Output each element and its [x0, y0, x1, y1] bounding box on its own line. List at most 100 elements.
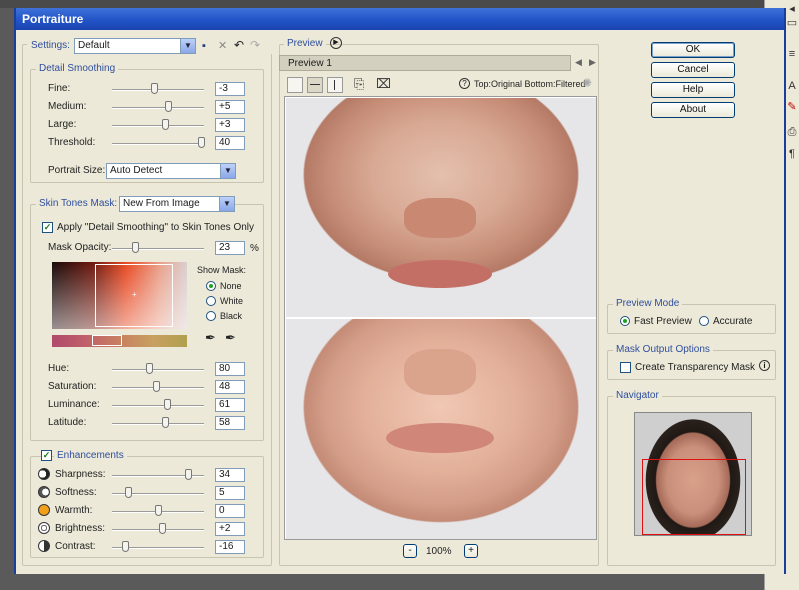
tool-brush-icon[interactable]: ✎ [785, 100, 799, 114]
zoom-out-button[interactable]: - [403, 544, 417, 558]
cancel-button[interactable]: Cancel [651, 62, 735, 78]
eyedropper-plus-icon[interactable]: ✒ [225, 330, 236, 346]
warmth-thumb[interactable] [155, 505, 162, 516]
new-preview-icon[interactable]: ⎘ [354, 76, 364, 92]
accurate-radio[interactable] [699, 316, 709, 326]
tool-stamp-icon[interactable]: ⎙ [785, 126, 799, 140]
saturation-input[interactable]: 48 [215, 380, 245, 394]
saturation-thumb[interactable] [153, 381, 161, 392]
fine-input[interactable]: -3 [215, 82, 245, 96]
filtered-preview-image [286, 319, 596, 539]
tool-arrow-icon[interactable]: ◂ [785, 2, 799, 16]
navigator-view-rect[interactable] [642, 459, 746, 535]
warmth-icon [38, 504, 50, 516]
medium-slider[interactable] [112, 107, 204, 109]
title-bar[interactable]: Portraiture [16, 8, 784, 30]
tab-prev-icon[interactable]: ◀ [575, 57, 582, 68]
mask-output-title: Mask Output Options [613, 344, 713, 355]
medium-thumb[interactable] [165, 101, 173, 112]
softness-thumb[interactable] [124, 487, 132, 498]
fine-slider[interactable] [112, 89, 204, 91]
brightness-thumb[interactable] [159, 523, 167, 534]
hue-slider[interactable] [112, 369, 204, 371]
delete-icon[interactable]: ✕ [218, 39, 227, 52]
portrait-size-select[interactable]: Auto Detect ▼ [106, 163, 236, 179]
split-vertical-icon[interactable] [327, 77, 343, 93]
large-input[interactable]: +3 [215, 118, 245, 132]
undo-icon[interactable]: ↶ [234, 38, 244, 52]
tool-options-icon[interactable]: ≡ [785, 48, 799, 62]
luminance-input[interactable]: 61 [215, 398, 245, 412]
split-horizontal-icon[interactable] [307, 77, 323, 93]
hue-range-bar[interactable] [52, 335, 187, 347]
show-mask-none-radio[interactable] [206, 281, 216, 291]
hue-range-marker[interactable] [92, 335, 122, 346]
fast-preview-radio[interactable] [620, 316, 630, 326]
detail-smoothing-title: Detail Smoothing [36, 63, 119, 74]
luminance-slider[interactable] [112, 405, 204, 407]
about-button[interactable]: About [651, 102, 735, 118]
mask-opacity-thumb[interactable] [131, 242, 139, 253]
latitude-thumb[interactable] [161, 417, 169, 428]
apply-skin-tones-checkbox[interactable]: ✓ [42, 222, 53, 233]
tool-paragraph-icon[interactable]: ¶ [785, 148, 799, 162]
zoom-in-button[interactable]: + [464, 544, 478, 558]
large-thumb[interactable] [161, 119, 169, 130]
threshold-input[interactable]: 40 [215, 136, 245, 150]
brightness-input[interactable]: +2 [215, 522, 245, 536]
large-slider[interactable] [112, 125, 204, 127]
original-preview-image [286, 98, 596, 317]
help-button[interactable]: Help [651, 82, 735, 98]
preview-settings-icon[interactable]: ⌧ [376, 76, 391, 92]
lips-shape [388, 260, 492, 288]
preview-menu-icon[interactable]: ▶ [330, 37, 342, 49]
fine-thumb[interactable] [150, 83, 158, 94]
softness-input[interactable]: 5 [215, 486, 245, 500]
threshold-label: Threshold: [48, 137, 96, 148]
window-title: Portraiture [22, 12, 84, 26]
medium-input[interactable]: +5 [215, 100, 245, 114]
threshold-thumb[interactable] [198, 137, 205, 148]
sharpness-thumb[interactable] [185, 469, 193, 480]
latitude-slider[interactable] [112, 423, 204, 425]
help-icon[interactable]: ? [459, 78, 470, 89]
contrast-input[interactable]: -16 [215, 540, 245, 554]
sharpness-input[interactable]: 34 [215, 468, 245, 482]
compare-label: Top:Original Bottom:Filtered [474, 79, 586, 89]
brightness-slider[interactable] [112, 529, 204, 531]
info-icon[interactable]: i [759, 360, 770, 371]
dialog-client: Settings: Default ▼ ▪ ✕ ↶ ↷ Detail Smoot… [16, 30, 784, 574]
redo-icon[interactable]: ↷ [250, 38, 260, 52]
tool-panel-icon[interactable]: ▭ [785, 16, 799, 30]
mask-opacity-slider[interactable] [112, 248, 204, 250]
contrast-thumb[interactable] [122, 541, 130, 552]
eyedropper-icon[interactable]: ✒ [205, 330, 216, 346]
ok-button[interactable]: OK [651, 42, 735, 58]
hue-input[interactable]: 80 [215, 362, 245, 376]
large-label: Large: [48, 119, 77, 130]
skin-color-field[interactable]: + [52, 262, 187, 329]
luminance-thumb[interactable] [164, 399, 172, 410]
host-top-strip [0, 0, 799, 8]
hue-thumb[interactable] [146, 363, 154, 374]
show-mask-black-radio[interactable] [206, 311, 216, 321]
enhancements-checkbox[interactable]: ✓ [41, 450, 52, 461]
spinner-icon: ✺ [582, 76, 593, 90]
skin-tones-mode-select[interactable]: New From Image ▼ [119, 196, 235, 212]
nose-shape [404, 349, 476, 395]
preview-tab[interactable]: Preview 1 [279, 55, 571, 71]
mask-opacity-input[interactable]: 23 [215, 241, 245, 255]
navigator-title: Navigator [613, 390, 662, 401]
navigator-thumbnail[interactable] [634, 412, 752, 536]
settings-preset-select[interactable]: Default ▼ [74, 38, 196, 54]
tool-text-icon[interactable]: A [785, 80, 799, 94]
create-transparency-mask-checkbox[interactable]: ✓ [620, 362, 631, 373]
single-view-icon[interactable] [287, 77, 303, 93]
tab-next-icon[interactable]: ▶ [589, 57, 596, 68]
latitude-input[interactable]: 58 [215, 416, 245, 430]
save-icon[interactable]: ▪ [202, 40, 206, 52]
threshold-slider[interactable] [112, 143, 204, 145]
show-mask-white-radio[interactable] [206, 296, 216, 306]
warmth-input[interactable]: 0 [215, 504, 245, 518]
preview-area[interactable] [284, 96, 597, 540]
